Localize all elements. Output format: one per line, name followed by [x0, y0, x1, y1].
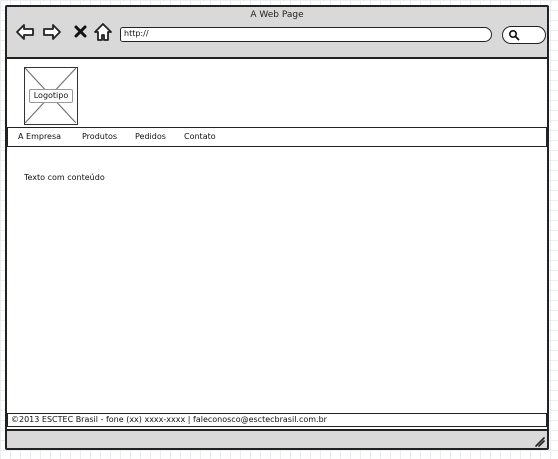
url-input[interactable]: http:// [120, 27, 492, 42]
search-field[interactable] [502, 26, 546, 44]
browser-window: A Web Page http:// Logotipo A Empresa Pr… [5, 5, 549, 450]
menu-item-contato[interactable]: Contato [184, 128, 216, 145]
logo-placeholder: Logotipo [24, 67, 78, 125]
back-arrow-icon[interactable] [15, 22, 35, 42]
search-icon [508, 29, 520, 41]
status-bar [7, 429, 547, 448]
browser-toolbar: A Web Page http:// [7, 7, 547, 59]
forward-arrow-icon[interactable] [42, 22, 62, 42]
resize-grip-icon[interactable] [533, 435, 545, 447]
content-text: Texto com conteúdo [24, 173, 105, 182]
logo-label: Logotipo [29, 89, 73, 103]
home-icon[interactable] [93, 22, 113, 42]
navigation-menu: A Empresa Produtos Pedidos Contato [7, 127, 547, 147]
footer: ©2013 ESCTEC Brasil - fone (xx) xxxx-xxx… [7, 413, 547, 427]
menu-item-pedidos[interactable]: Pedidos [135, 128, 166, 145]
menu-item-a-empresa[interactable]: A Empresa [18, 128, 61, 145]
menu-item-produtos[interactable]: Produtos [82, 128, 117, 145]
close-icon[interactable] [71, 22, 91, 42]
window-title: A Web Page [250, 10, 304, 20]
